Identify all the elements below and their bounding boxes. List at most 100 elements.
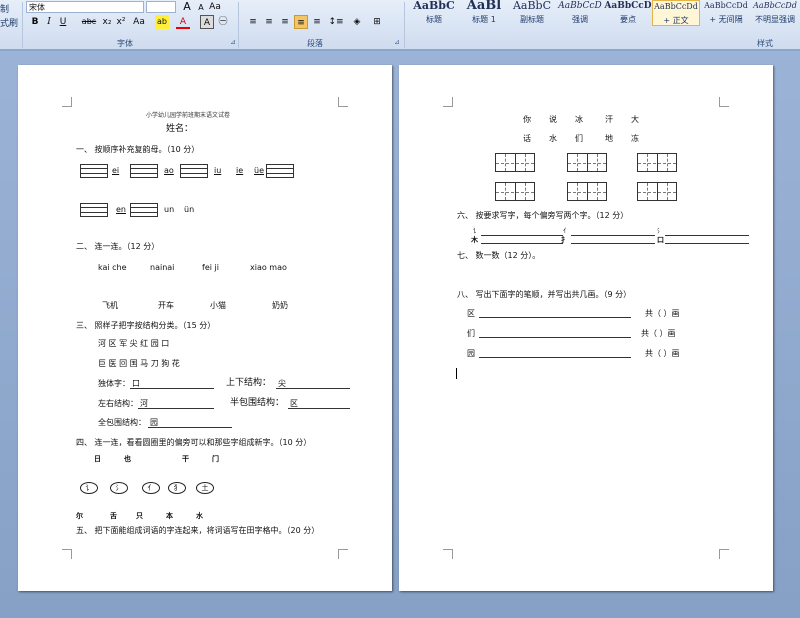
grow-font-button[interactable]: A <box>180 0 194 14</box>
highlight-button[interactable]: ab <box>155 15 169 29</box>
font-dialog-launcher-icon[interactable]: ⊿ <box>230 38 236 46</box>
radical: 讠 <box>473 228 480 235</box>
char: 水 <box>196 512 203 520</box>
justify-button[interactable]: ≡ <box>294 15 308 29</box>
character-shading-button[interactable]: A <box>200 15 214 29</box>
tianzige-grid[interactable] <box>567 153 607 172</box>
stroke-char: 们 <box>467 329 475 338</box>
shading-button[interactable]: ◈ <box>350 15 364 29</box>
tianzige-grid[interactable] <box>637 182 677 201</box>
radical-circle: 犭 <box>168 482 186 494</box>
style-title[interactable]: AaBbC 标题 <box>410 0 458 26</box>
superscript-button[interactable]: x² <box>114 15 128 29</box>
clipboard-label: 制 <box>0 5 10 15</box>
page-1[interactable]: 小学幼儿园学前班期末语文试卷 姓名： 一、 按顺序补充复韵母。（10 分） ei… <box>18 65 392 591</box>
pinyin-word: fei ji <box>202 263 219 272</box>
answer-line[interactable] <box>481 235 563 236</box>
style-heading1[interactable]: AaBl 标题 1 <box>460 0 508 26</box>
pinyin-word: nainai <box>150 263 175 272</box>
pinyin-word: xiao mao <box>250 263 287 272</box>
tianzige-grid[interactable] <box>495 182 535 201</box>
char: 水 <box>549 134 557 143</box>
answer-line[interactable] <box>148 427 232 428</box>
char: 话 <box>523 134 531 143</box>
group-separator <box>404 2 405 48</box>
style-sample: AaBbCcDd <box>753 1 797 10</box>
answer-line[interactable] <box>479 357 631 358</box>
align-center-button[interactable]: ≡ <box>262 15 276 29</box>
chinese-word: 小猫 <box>210 301 226 310</box>
borders-button[interactable]: ⊞ <box>370 15 384 29</box>
tianzige-grid[interactable] <box>567 182 607 201</box>
writing-box <box>180 164 208 178</box>
char: 说 <box>549 115 557 124</box>
question-5: 五、 把下面能组成词语的字连起来，将词语写在田字格中。（20 分） <box>76 526 320 535</box>
style-emphasis[interactable]: AaBbCcD 强调 <box>556 0 604 26</box>
margin-corner <box>719 97 729 107</box>
margin-corner <box>338 97 348 107</box>
italic-button[interactable]: I <box>42 15 56 29</box>
stroke-count: 共（ ）画 <box>641 329 676 338</box>
ribbon: 制 式刷 宋体 A A Aa B I U abc x₂ x² Aa ab A A… <box>0 0 800 50</box>
style-normal[interactable]: AaBbCcDd + 正文 <box>652 0 700 26</box>
margin-corner <box>443 549 453 559</box>
shrink-font-button[interactable]: A <box>194 1 208 15</box>
answer-line[interactable] <box>276 388 350 389</box>
answer-line[interactable] <box>479 337 631 338</box>
font-size-box[interactable] <box>146 1 176 13</box>
style-name: 副标题 <box>520 15 544 24</box>
answer-line[interactable] <box>665 243 749 244</box>
answer-line[interactable] <box>130 388 214 389</box>
tianzige-grid[interactable] <box>495 153 535 172</box>
text-cursor <box>456 368 457 379</box>
char: 日 <box>94 455 101 463</box>
font-name-box[interactable]: 宋体 <box>26 1 144 13</box>
answer-line[interactable] <box>571 235 655 236</box>
distributed-button[interactable]: ≡ <box>310 15 324 29</box>
answer-line[interactable] <box>479 317 631 318</box>
style-strong[interactable]: AaBbCcD 要点 <box>604 0 652 26</box>
document-area[interactable]: 小学幼儿园学前班期末语文试卷 姓名： 一、 按顺序补充复韵母。（10 分） ei… <box>0 51 800 618</box>
change-case-button[interactable]: Aa <box>130 15 148 29</box>
line-spacing-button[interactable]: ↕≡ <box>326 15 346 29</box>
align-right-button[interactable]: ≡ <box>278 15 292 29</box>
align-left-button[interactable]: ≡ <box>246 15 260 29</box>
enclose-characters-button[interactable]: ㊀ <box>216 15 230 29</box>
category-example: 口 <box>132 379 140 388</box>
style-subtle-emphasis[interactable]: AaBbCcDd 不明显强调 <box>750 0 800 26</box>
answer-line[interactable] <box>138 408 214 409</box>
answer-line[interactable] <box>665 235 749 236</box>
question-4: 四、 连一连，看看圆圈里的偏旁可以和那些字组成新字。（10 分） <box>76 438 312 447</box>
question-8: 八、 写出下面字的笔顺，并写出共几画。（9 分） <box>457 290 632 299</box>
style-sample: AaBbC <box>413 0 455 12</box>
category-label: 上下结构： <box>226 378 272 388</box>
answer-line[interactable] <box>481 243 563 244</box>
style-sample: AaBbCcD <box>604 1 652 11</box>
strikethrough-button[interactable]: abc <box>80 15 98 29</box>
category-label: 半包围结构： <box>230 398 285 408</box>
style-sample: AaBbCcD <box>558 1 602 11</box>
radical-circle: 土 <box>196 482 214 494</box>
style-name: + 无间隔 <box>709 15 743 24</box>
pinyin: en <box>116 205 126 214</box>
page-2[interactable]: 你 说 冰 汗 大 话 水 们 地 冻 六、 按要求写字，每个偏旁写两个字。（1… <box>399 65 773 591</box>
writing-box <box>80 203 108 217</box>
bold-button[interactable]: B <box>28 15 42 29</box>
stroke-char: 区 <box>467 309 475 318</box>
question-3: 三、 照样子把字按结构分类。（15 分） <box>76 321 216 330</box>
style-subtitle[interactable]: AaBbC 副标题 <box>508 0 556 26</box>
tianzige-grid[interactable] <box>637 153 677 172</box>
style-name: 标题 1 <box>472 15 496 24</box>
font-color-button[interactable]: A <box>176 15 190 29</box>
style-no-spacing[interactable]: AaBbCcDd + 无间隔 <box>702 0 750 26</box>
subscript-button[interactable]: x₂ <box>100 15 114 29</box>
underline-button[interactable]: U <box>56 15 70 29</box>
style-sample: AaBbC <box>512 0 552 12</box>
clear-format-button[interactable]: Aa <box>208 0 222 14</box>
paragraph-dialog-launcher-icon[interactable]: ⊿ <box>394 38 400 46</box>
char: 大 <box>631 115 639 124</box>
category-label: 全包围结构： <box>98 418 146 427</box>
format-painter-button[interactable]: 式刷 <box>0 16 18 29</box>
font-group-label: 字体 <box>117 39 133 48</box>
answer-line[interactable] <box>571 243 655 244</box>
